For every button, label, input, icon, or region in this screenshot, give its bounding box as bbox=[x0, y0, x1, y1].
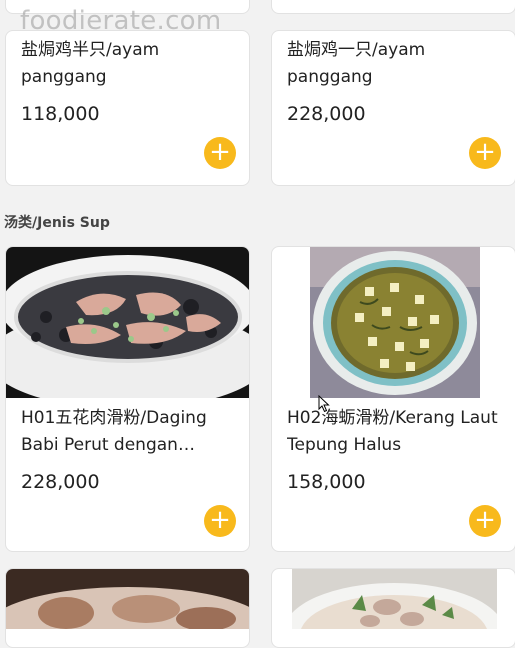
menu-card[interactable]: 盐焗鸡半只/ayam panggang 118,000 + bbox=[5, 30, 250, 186]
menu-card[interactable]: 盐焗鸡一只/ayam panggang 228,000 + bbox=[271, 30, 515, 186]
plus-icon: + bbox=[209, 505, 231, 535]
section-title: 汤类/Jenis Sup bbox=[4, 215, 110, 231]
dish-name: 盐焗鸡一只/ayam panggang bbox=[287, 40, 426, 87]
dish-photo[interactable] bbox=[310, 247, 480, 398]
dish-price: 118,000 bbox=[21, 103, 100, 125]
dish-price: 158,000 bbox=[287, 471, 366, 493]
plus-icon: + bbox=[474, 505, 496, 535]
dish-name: H02海蛎滑粉/Kerang Laut Tepung Halus bbox=[287, 408, 498, 455]
dish-name: 盐焗鸡半只/ayam panggang bbox=[21, 40, 160, 87]
dish-price: 228,000 bbox=[21, 471, 100, 493]
dish-price: 228,000 bbox=[287, 103, 366, 125]
add-to-cart-button[interactable]: + bbox=[204, 505, 236, 537]
add-to-cart-button[interactable]: + bbox=[204, 137, 236, 169]
site-watermark: foodierate.com bbox=[20, 6, 222, 36]
plus-icon: + bbox=[474, 137, 496, 167]
dish-photo[interactable] bbox=[292, 569, 497, 629]
menu-card-partial[interactable] bbox=[271, 0, 515, 14]
menu-card[interactable] bbox=[271, 568, 515, 648]
plus-icon: + bbox=[209, 137, 231, 167]
dish-photo[interactable] bbox=[6, 569, 250, 629]
dish-photo[interactable] bbox=[6, 247, 250, 398]
menu-card[interactable] bbox=[5, 568, 250, 648]
menu-card[interactable]: H01五花肉滑粉/Daging Babi Perut dengan… 228,0… bbox=[5, 246, 250, 552]
menu-card[interactable]: H02海蛎滑粉/Kerang Laut Tepung Halus 158,000… bbox=[271, 246, 515, 552]
add-to-cart-button[interactable]: + bbox=[469, 505, 501, 537]
mouse-pointer-icon bbox=[318, 395, 330, 413]
dish-name: H01五花肉滑粉/Daging Babi Perut dengan… bbox=[21, 408, 207, 455]
add-to-cart-button[interactable]: + bbox=[469, 137, 501, 169]
